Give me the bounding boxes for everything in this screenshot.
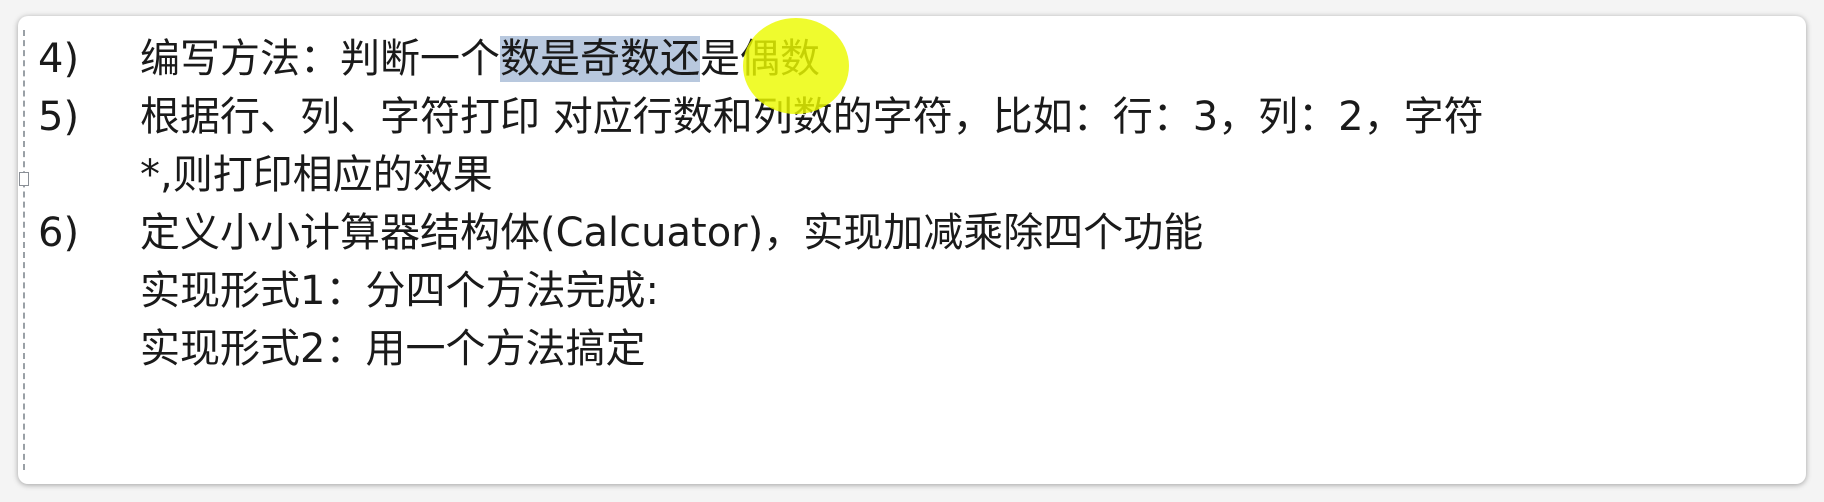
- selected-text[interactable]: 数是奇数还: [500, 36, 700, 82]
- list-number: 5): [38, 94, 80, 140]
- text-before-selection: 编写方法：判断一个: [140, 36, 500, 82]
- list-item-6-sub-2: 实现形式2：用一个方法搞定: [38, 320, 1806, 378]
- list-number: 6): [38, 210, 80, 256]
- list-text: 编写方法：判断一个数是奇数还是偶数: [140, 30, 820, 88]
- list-item-6: 6) 定义小小计算器结构体(Calcuator)，实现加减乘除四个功能: [38, 204, 1806, 262]
- document-body[interactable]: 4) 编写方法：判断一个数是奇数还是偶数 5) 根据行、列、字符打印 对应行数和…: [38, 30, 1806, 378]
- list-text: 定义小小计算器结构体(Calcuator)，实现加减乘除四个功能: [140, 210, 1204, 256]
- document-page: 4) 编写方法：判断一个数是奇数还是偶数 5) 根据行、列、字符打印 对应行数和…: [18, 16, 1806, 484]
- list-text: *,则打印相应的效果: [140, 152, 493, 198]
- list-text: 实现形式1：分四个方法完成:: [140, 268, 659, 314]
- margin-guide: [23, 30, 25, 470]
- list-item-6-sub-1: 实现形式1：分四个方法完成:: [38, 262, 1806, 320]
- list-text: 根据行、列、字符打印 对应行数和列数的字符，比如：行：3，列：2，字符: [140, 94, 1484, 140]
- list-number: 4): [38, 36, 80, 82]
- text-after-selection: 是偶数: [700, 36, 820, 82]
- list-item-4: 4) 编写方法：判断一个数是奇数还是偶数: [38, 30, 1806, 88]
- list-item-5: 5) 根据行、列、字符打印 对应行数和列数的字符，比如：行：3，列：2，字符: [38, 88, 1806, 146]
- list-item-5-continuation: *,则打印相应的效果: [38, 146, 1806, 204]
- margin-handle[interactable]: [19, 172, 29, 186]
- list-text: 实现形式2：用一个方法搞定: [140, 326, 646, 372]
